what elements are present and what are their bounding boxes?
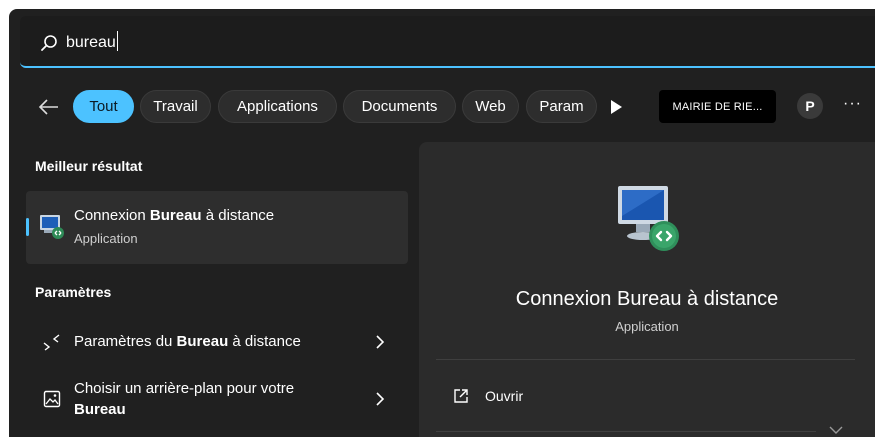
chip-web[interactable]: Web <box>462 90 519 123</box>
preview-pane: Connexion Bureau à distance Application … <box>419 142 875 437</box>
chip-parametres[interactable]: Param <box>526 90 597 123</box>
open-label: Ouvrir <box>485 388 524 404</box>
selection-indicator <box>26 218 29 236</box>
best-result-name: Connexion Bureau à distance <box>74 207 275 224</box>
remote-desktop-icon <box>618 186 679 251</box>
search-icon <box>41 35 57 51</box>
best-result-heading: Meilleur résultat <box>35 158 143 174</box>
open-external-icon <box>454 389 468 403</box>
more-options-button[interactable]: ··· <box>843 95 862 113</box>
chevron-down-icon[interactable] <box>829 425 843 435</box>
filter-bar: Tout Travail Applications Documents Web … <box>9 87 875 127</box>
divider <box>436 359 855 360</box>
divider <box>436 431 816 432</box>
remote-desktop-icon <box>40 215 64 239</box>
organization-badge[interactable]: MAIRIE DE RIE... <box>659 90 776 123</box>
setting-item-background[interactable]: Choisir un arrière-plan pour votre Burea… <box>26 373 408 425</box>
best-result-type: Application <box>74 231 138 246</box>
chip-applications[interactable]: Applications <box>218 90 337 123</box>
search-input[interactable]: bureau <box>66 31 118 52</box>
chip-travail[interactable]: Travail <box>140 90 211 123</box>
best-result-item[interactable]: Connexion Bureau à distance Application <box>26 191 408 264</box>
preview-subtitle: Application <box>615 319 679 334</box>
chevron-right-icon <box>376 392 385 406</box>
setting-item-remote-desktop[interactable]: Paramètres du Bureau à distance <box>26 323 408 361</box>
chip-documents[interactable]: Documents <box>343 90 456 123</box>
search-bar[interactable]: bureau <box>20 16 875 68</box>
start-search-panel: bureau Tout Travail Applications Documen… <box>9 9 875 437</box>
setting-label: Paramètres du Bureau à distance <box>74 333 301 350</box>
avatar[interactable]: P <box>797 93 823 119</box>
open-button[interactable]: Ouvrir <box>436 379 855 415</box>
remote-desktop-settings-icon <box>43 334 60 351</box>
image-icon <box>43 390 61 408</box>
setting-label: Choisir un arrière-plan pour votre Burea… <box>74 380 295 418</box>
preview-title: Connexion Bureau à distance <box>515 288 779 310</box>
settings-heading: Paramètres <box>35 284 112 300</box>
back-arrow-icon[interactable] <box>35 93 63 121</box>
chevron-right-icon <box>376 335 385 349</box>
chip-tout[interactable]: Tout <box>73 90 134 123</box>
play-icon[interactable] <box>609 99 623 115</box>
